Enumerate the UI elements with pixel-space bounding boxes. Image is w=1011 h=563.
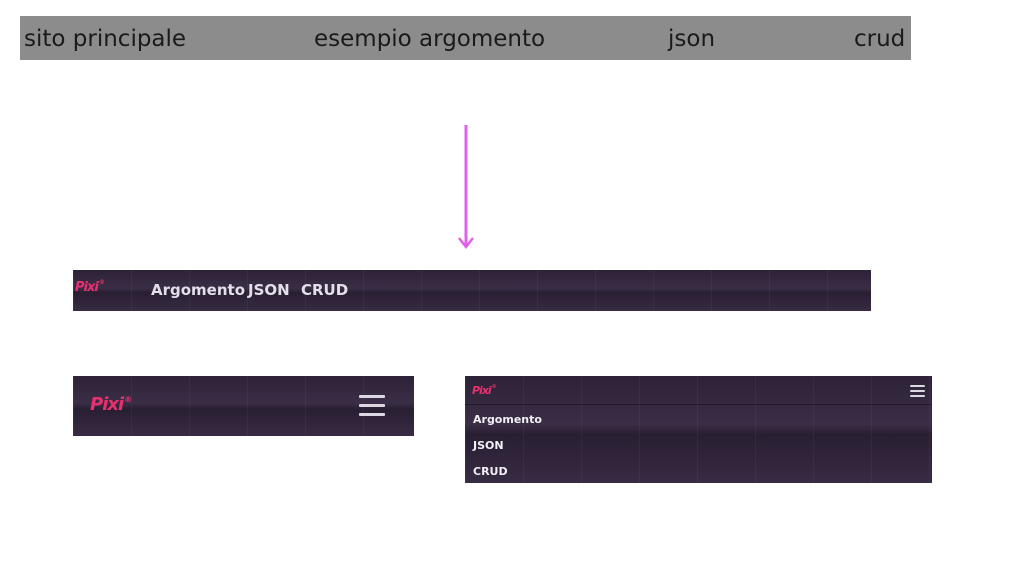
menu-divider xyxy=(465,404,932,405)
hamburger-menu-icon[interactable] xyxy=(910,385,925,397)
brand-logo[interactable]: Pixi® xyxy=(90,394,132,415)
down-arrow-icon xyxy=(458,125,474,250)
nav-link-crud[interactable]: crud xyxy=(854,16,905,60)
themed-navbar-mobile-expanded: Pixi® Argomento JSON CRUD xyxy=(465,376,932,483)
nav-link-esempio-argomento[interactable]: esempio argomento xyxy=(314,16,545,60)
menu-item-json[interactable]: JSON xyxy=(473,433,504,459)
nav-link-json[interactable]: JSON xyxy=(248,270,290,311)
nav-link-argomento[interactable]: Argomento xyxy=(151,270,245,311)
plain-navbar: sito principale esempio argomento json c… xyxy=(20,16,911,60)
themed-navbar-mobile-collapsed: Pixi® xyxy=(73,376,414,436)
themed-navbar-desktop: Pixi® Argomento JSON CRUD xyxy=(73,270,871,311)
nav-link-json[interactable]: json xyxy=(668,16,715,60)
brand-logo[interactable]: Pixi® xyxy=(472,384,497,397)
nav-link-sito-principale[interactable]: sito principale xyxy=(24,16,186,60)
nav-link-crud[interactable]: CRUD xyxy=(301,270,348,311)
brand-logo[interactable]: Pixi® xyxy=(75,280,105,295)
hamburger-menu-icon[interactable] xyxy=(359,395,385,417)
menu-item-argomento[interactable]: Argomento xyxy=(473,407,542,433)
menu-item-crud[interactable]: CRUD xyxy=(473,459,508,483)
